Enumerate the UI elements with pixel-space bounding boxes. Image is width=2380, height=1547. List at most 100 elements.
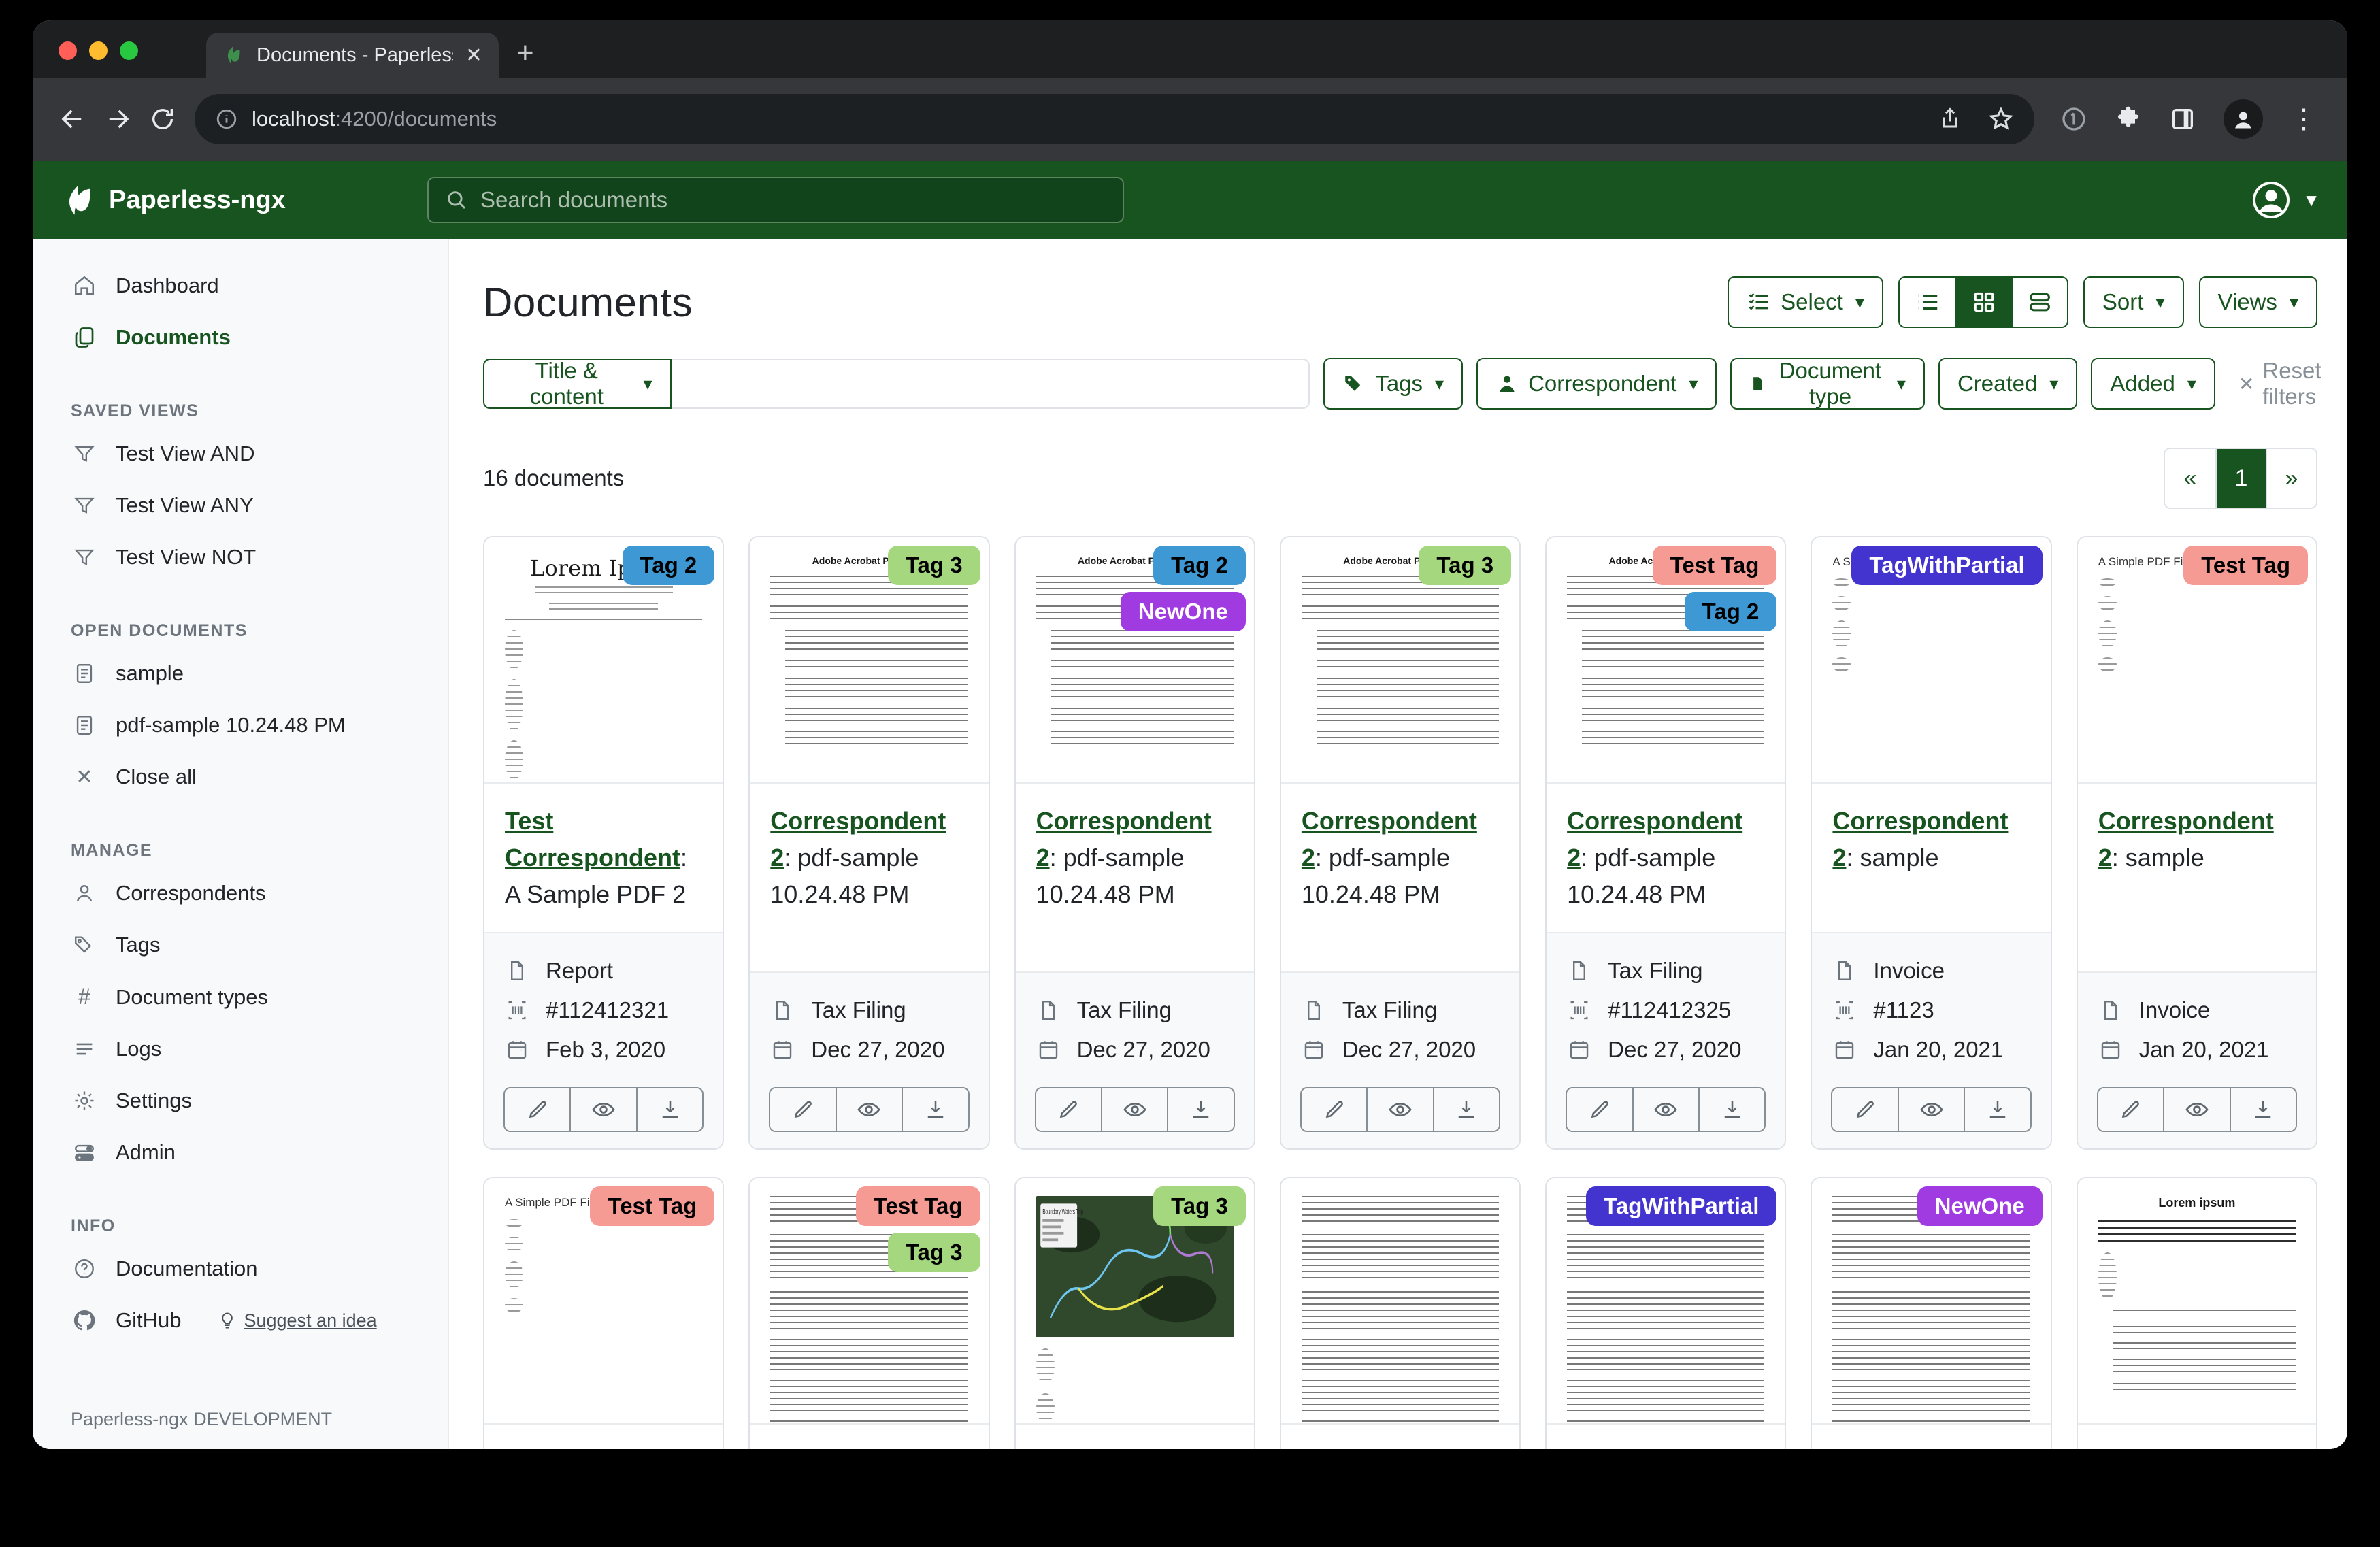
document-card[interactable]: Tag 2NewOne Adobe Acrobat PDF Files Corr… bbox=[1014, 536, 1255, 1150]
tag-badge[interactable]: Tag 3 bbox=[1153, 1186, 1246, 1226]
correspondent-link[interactable]: Correspondent 2 bbox=[1302, 807, 1477, 871]
share-icon[interactable] bbox=[1938, 106, 1962, 132]
preview-button[interactable] bbox=[2163, 1088, 2229, 1131]
document-thumbnail[interactable]: Test TagTag 2 Adobe Acrobat PDF Files bbox=[1547, 537, 1785, 784]
document-title[interactable]: Correspondent 2: asample bbox=[484, 1425, 723, 1449]
document-thumbnail[interactable] bbox=[1281, 1178, 1519, 1425]
search-input[interactable] bbox=[480, 187, 1106, 213]
site-info-icon[interactable] bbox=[215, 107, 238, 131]
edit-button[interactable] bbox=[770, 1088, 835, 1131]
tag-badge[interactable]: Tag 2 bbox=[623, 546, 715, 585]
close-window-button[interactable] bbox=[59, 41, 77, 60]
correspondent-link[interactable]: Test Correspondent bbox=[1036, 1448, 1212, 1449]
tag-badge[interactable]: Tag 2 bbox=[1685, 592, 1777, 631]
forward-icon[interactable] bbox=[95, 97, 140, 142]
title-content-filter-input[interactable] bbox=[672, 359, 1310, 409]
download-button[interactable] bbox=[636, 1088, 702, 1131]
sidebar-item-tags[interactable]: Tags bbox=[33, 919, 448, 971]
document-thumbnail[interactable]: Tag 3 Adobe Acrobat PDF Files bbox=[1281, 537, 1519, 784]
global-search[interactable] bbox=[427, 177, 1124, 223]
correspondent-link[interactable]: Correspondent 2 bbox=[1567, 807, 1742, 871]
correspondent-link[interactable]: Test Correspondent bbox=[770, 1448, 946, 1449]
sort-dropdown-button[interactable]: Sort▾ bbox=[2083, 276, 2184, 328]
document-title[interactable]: Newest Correspondent: f_combineds bbox=[1812, 1425, 2050, 1449]
sidebar-item-logs[interactable]: Logs bbox=[33, 1023, 448, 1075]
document-card[interactable]: Tag 3 Boundary Waters Trip Test Cor bbox=[1014, 1177, 1255, 1449]
document-thumbnail[interactable]: NewOne bbox=[1812, 1178, 2050, 1425]
pagination-next-button[interactable]: » bbox=[2266, 449, 2316, 508]
document-title[interactable]: Test Correspondent: sample-pdf-file bbox=[750, 1425, 988, 1449]
tag-badge[interactable]: Test Tag bbox=[590, 1186, 714, 1226]
bookmark-star-icon[interactable] bbox=[1988, 106, 2014, 132]
created-filter-button[interactable]: Created▾ bbox=[1938, 358, 2077, 410]
sidebar-item-documentation[interactable]: Documentation bbox=[33, 1243, 448, 1295]
download-button[interactable] bbox=[1433, 1088, 1499, 1131]
browser-menu-icon[interactable]: ⋮ bbox=[2290, 103, 2317, 135]
correspondent-link[interactable]: Correspondent 2 bbox=[505, 1448, 680, 1449]
app-brand[interactable]: Paperless-ngx bbox=[60, 182, 427, 218]
sidebar-item-test-view-and[interactable]: Test View AND bbox=[33, 428, 448, 480]
list-view-button[interactable] bbox=[1900, 278, 1955, 327]
document-card[interactable]: TagWithPartial A Simple PDF Corresponden… bbox=[1811, 536, 2051, 1150]
tag-badge[interactable]: NewOne bbox=[1917, 1186, 2043, 1226]
document-thumbnail[interactable]: Tag 3 Boundary Waters Trip bbox=[1016, 1178, 1254, 1425]
document-title[interactable]: Correspondent 2: pdf-sample 10.24.48 PM bbox=[750, 784, 988, 932]
tag-badge[interactable]: Test Tag bbox=[856, 1186, 980, 1226]
maximize-window-button[interactable] bbox=[120, 41, 138, 60]
tag-badge[interactable]: Tag 3 bbox=[888, 546, 980, 585]
minimize-window-button[interactable] bbox=[89, 41, 108, 60]
document-title[interactable]: Test Correspondent: sample-pdf-with-imag… bbox=[1016, 1425, 1254, 1449]
document-title[interactable]: sample-pdf-download-10-mb-longer-title bbox=[1547, 1425, 1785, 1449]
document-title[interactable]: sample-pdf-download-10-mb copy_red bbox=[1281, 1425, 1519, 1449]
document-thumbnail[interactable]: Test Tag A Simple PDF File bbox=[2078, 537, 2316, 784]
sidebar-item-github[interactable]: GitHub Suggest an idea bbox=[33, 1295, 448, 1346]
tab-close-icon[interactable]: ✕ bbox=[465, 44, 482, 67]
select-dropdown-button[interactable]: Select▾ bbox=[1728, 276, 1883, 328]
tag-badge[interactable]: Test Tag bbox=[1653, 546, 1777, 585]
sidebar-item-test-view-any[interactable]: Test View ANY bbox=[33, 480, 448, 531]
user-avatar-icon[interactable] bbox=[2251, 180, 2292, 220]
document-thumbnail[interactable]: TagWithPartial bbox=[1547, 1178, 1785, 1425]
preview-button[interactable] bbox=[836, 1088, 902, 1131]
back-icon[interactable] bbox=[50, 97, 95, 142]
browser-tab[interactable]: Documents - Paperless-ngx ✕ bbox=[206, 33, 499, 78]
side-panel-icon[interactable] bbox=[2169, 105, 2196, 133]
preview-button[interactable] bbox=[1101, 1088, 1167, 1131]
document-title[interactable]: Correspondent 2: pdf-sample 10.24.48 PM bbox=[1281, 784, 1519, 932]
correspondent-link[interactable]: Correspondent 2 bbox=[770, 807, 946, 871]
correspondent-link[interactable]: Test Correspondent bbox=[505, 807, 680, 871]
download-button[interactable] bbox=[1698, 1088, 1764, 1131]
browser-profile-avatar[interactable] bbox=[2224, 99, 2263, 139]
tags-filter-button[interactable]: Tags▾ bbox=[1323, 358, 1463, 410]
sidebar-item-documents[interactable]: Documents bbox=[33, 312, 448, 363]
pagination-page-1-button[interactable]: 1 bbox=[2215, 449, 2266, 508]
document-title[interactable]: Correspondent 2: sample bbox=[2078, 784, 2316, 898]
document-card[interactable]: Tag 3 Adobe Acrobat PDF Files Correspond… bbox=[748, 536, 989, 1150]
pagination-prev-button[interactable]: « bbox=[2165, 449, 2215, 508]
reset-filters-button[interactable]: ✕ Reset filters bbox=[2238, 358, 2321, 410]
suggest-an-idea-link[interactable]: Suggest an idea bbox=[218, 1310, 376, 1331]
correspondent-filter-button[interactable]: Correspondent▾ bbox=[1476, 358, 1717, 410]
download-button[interactable] bbox=[1964, 1088, 2030, 1131]
document-thumbnail[interactable]: Tag 3 Adobe Acrobat PDF Files bbox=[750, 537, 988, 784]
document-card[interactable]: Test TagTag 2 Adobe Acrobat PDF Files Co… bbox=[1545, 536, 1786, 1150]
edit-button[interactable] bbox=[1832, 1088, 1897, 1131]
document-card[interactable]: Test TagTag 3 Test Correspondent: sample… bbox=[748, 1177, 989, 1449]
extension-badge-icon[interactable] bbox=[2060, 105, 2087, 133]
tag-badge[interactable]: TagWithPartial bbox=[1586, 1186, 1776, 1226]
sidebar-item-open-doc-pdf-sample[interactable]: pdf-sample 10.24.48 PM bbox=[33, 699, 448, 751]
document-thumbnail[interactable]: TagWithPartial A Simple PDF bbox=[1812, 537, 2050, 784]
document-title[interactable]: file-sample_150kBs bbox=[2078, 1425, 2316, 1449]
preview-button[interactable] bbox=[1632, 1088, 1698, 1131]
preview-button[interactable] bbox=[569, 1088, 635, 1131]
sidebar-item-open-doc-sample[interactable]: sample bbox=[33, 648, 448, 699]
sidebar-item-document-types[interactable]: # Document types bbox=[33, 971, 448, 1023]
edit-button[interactable] bbox=[505, 1088, 569, 1131]
correspondent-link[interactable]: Correspondent 2 bbox=[1832, 807, 2008, 871]
sidebar-item-admin[interactable]: Admin bbox=[33, 1127, 448, 1178]
reload-icon[interactable] bbox=[140, 97, 185, 142]
edit-button[interactable] bbox=[1036, 1088, 1101, 1131]
document-thumbnail[interactable]: Lorem ipsum bbox=[2078, 1178, 2316, 1425]
sidebar-item-test-view-not[interactable]: Test View NOT bbox=[33, 531, 448, 583]
document-card[interactable]: Lorem ipsum file-sample_150kBs Feb 15, 2… bbox=[2077, 1177, 2317, 1449]
